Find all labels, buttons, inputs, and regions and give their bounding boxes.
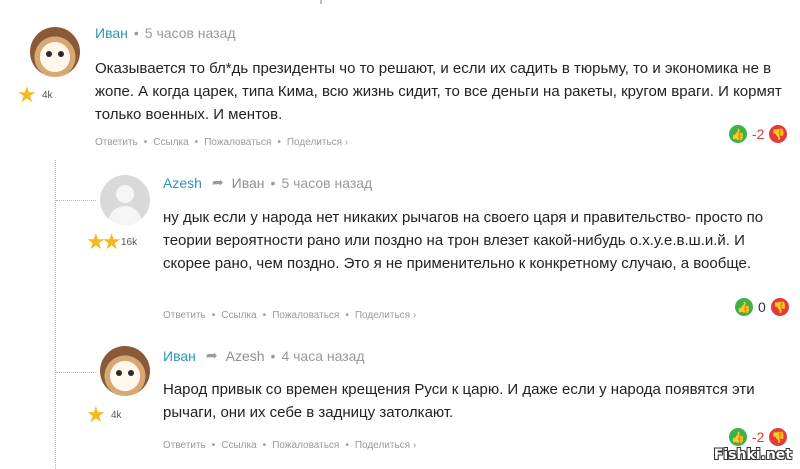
thumbs-down-icon[interactable]: 👎 [769,428,788,446]
author-link[interactable]: Иван [95,25,128,41]
bullet: • [270,347,276,364]
comment-text: ну дык если у народа нет никаких рычагов… [163,209,764,272]
comment-header: Azesh ➦ Иван • 5 часов назад [163,174,372,191]
share-link[interactable]: Поделиться › [355,310,416,321]
karma-count: 4k [111,410,122,421]
bullet: • [277,137,281,148]
score: -2 [752,126,765,142]
bullet: • [133,25,139,41]
bullet: • [194,137,199,148]
comment-actions: Ответить • Ссылка • Пожаловаться • Подел… [163,310,416,321]
rating-stars: ★ [86,404,106,426]
reply-arrow-icon: ➦ [211,174,224,190]
comment-text: Народ привык со времен крещения Руси к ц… [163,381,755,421]
thumbs-up-icon[interactable]: 👍 [735,298,753,316]
star-icon: ★ [101,229,122,254]
link-link[interactable]: Ссылка [153,137,188,148]
link-link[interactable]: Ссылка [221,440,256,451]
timestamp[interactable]: 5 часов назад [145,25,236,41]
rating-stars: ★ [17,84,37,106]
thread-connector [56,200,96,201]
comment-actions: Ответить • Ссылка • Пожаловаться • Подел… [163,440,416,451]
author-link[interactable]: Иван [163,348,196,364]
avatar[interactable] [30,27,80,77]
user-placeholder-body [108,206,142,225]
timestamp[interactable]: 4 часа назад [281,348,364,364]
avatar[interactable] [100,346,150,396]
comment-text: Оказывается то бл*дь президенты чо то ре… [95,60,782,123]
bullet: • [211,310,216,321]
vote-widget: 👍 -2 👎 [729,428,788,446]
share-link[interactable]: Поделиться › [355,440,416,451]
bullet: • [143,137,148,148]
reply-to-link[interactable]: Azesh [226,348,265,364]
vote-widget: 👍 0 👎 [735,298,789,316]
user-placeholder-icon [116,185,134,203]
rating-stars: ★ ★ [86,231,121,253]
karma-count: 4k [42,90,53,101]
thumbs-up-icon[interactable]: 👍 [729,125,747,143]
bullet: • [262,310,267,321]
thread-connector [56,372,96,373]
vote-widget: 👍 -2 👎 [729,125,788,143]
thread-line [55,160,56,469]
karma-count: 16k [121,237,138,248]
report-link[interactable]: Пожаловаться [272,440,339,451]
star-icon: ★ [17,82,37,107]
timestamp[interactable]: 5 часов назад [281,175,372,191]
score: -2 [752,429,765,445]
star-icon: ★ [86,402,106,427]
reply-arrow-icon: ➦ [205,347,218,363]
bullet: • [211,440,216,451]
reply-link[interactable]: Ответить [163,310,206,321]
comment-header: Иван • 5 часов назад [95,25,236,41]
reply-to-link[interactable]: Иван [232,175,265,191]
bullet: • [262,440,267,451]
report-link[interactable]: Пожаловаться [272,310,339,321]
avatar[interactable] [100,175,150,225]
comment-actions: Ответить • Ссылка • Пожаловаться • Подел… [95,137,348,148]
score: 0 [758,299,766,315]
thumbs-down-icon[interactable]: 👎 [769,125,788,143]
thumbs-down-icon[interactable]: 👎 [770,298,789,316]
bullet: • [345,310,349,321]
thumbs-up-icon[interactable]: 👍 [729,428,747,446]
divider-tick [320,0,322,4]
link-link[interactable]: Ссылка [221,310,256,321]
comment-header: Иван ➦ Azesh • 4 часа назад [163,347,365,364]
bullet: • [345,440,349,451]
share-link[interactable]: Поделиться › [287,137,348,148]
reply-link[interactable]: Ответить [163,440,206,451]
reply-link[interactable]: Ответить [95,137,138,148]
author-link[interactable]: Azesh [163,175,202,191]
watermark: Fishki.net [713,447,792,463]
bullet: • [270,174,276,191]
report-link[interactable]: Пожаловаться [204,137,271,148]
